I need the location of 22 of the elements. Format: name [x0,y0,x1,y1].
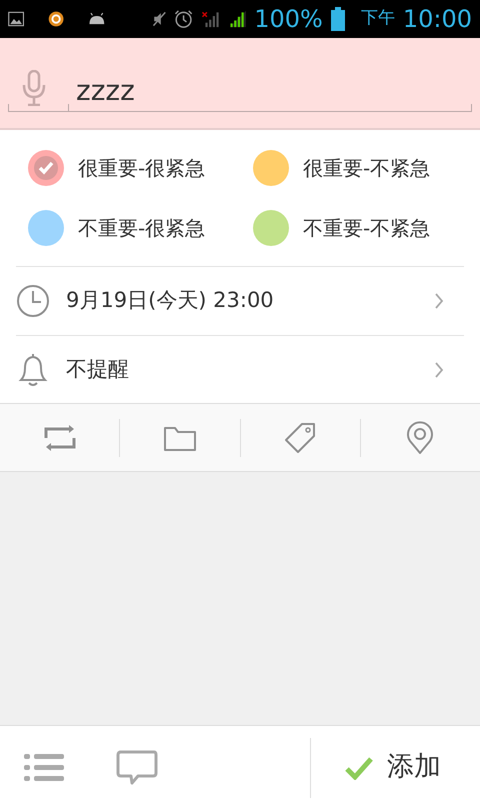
priority-option[interactable]: 很重要-不紧急 [253,150,452,186]
battery-icon [330,7,345,31]
checkmark-icon [345,756,373,780]
priority-option[interactable]: 很重要-很紧急 [28,150,253,186]
clock-time: 10:00 [402,7,472,31]
battery-percent: 100% [254,7,323,31]
clock-icon [16,284,50,318]
title-field[interactable]: zzzz [0,38,480,130]
priority-option[interactable]: 不重要-很紧急 [28,210,253,246]
chevron-right-icon [434,292,444,310]
time-period: 下午 [360,7,395,30]
microphone-icon[interactable] [21,70,47,106]
tag-icon[interactable] [283,420,318,454]
bell-icon [16,352,50,388]
picture-icon [8,9,24,29]
setting-row[interactable]: 9月19日(今天) 23:00 [16,267,464,335]
repeat-icon[interactable] [42,424,77,452]
chevron-right-icon [434,360,444,378]
speech-bubble-icon[interactable] [116,748,158,786]
location-pin-icon[interactable] [405,420,436,454]
title-input-field[interactable]: zzzz [76,70,456,112]
priority-option[interactable]: 不重要-不紧急 [253,210,452,246]
